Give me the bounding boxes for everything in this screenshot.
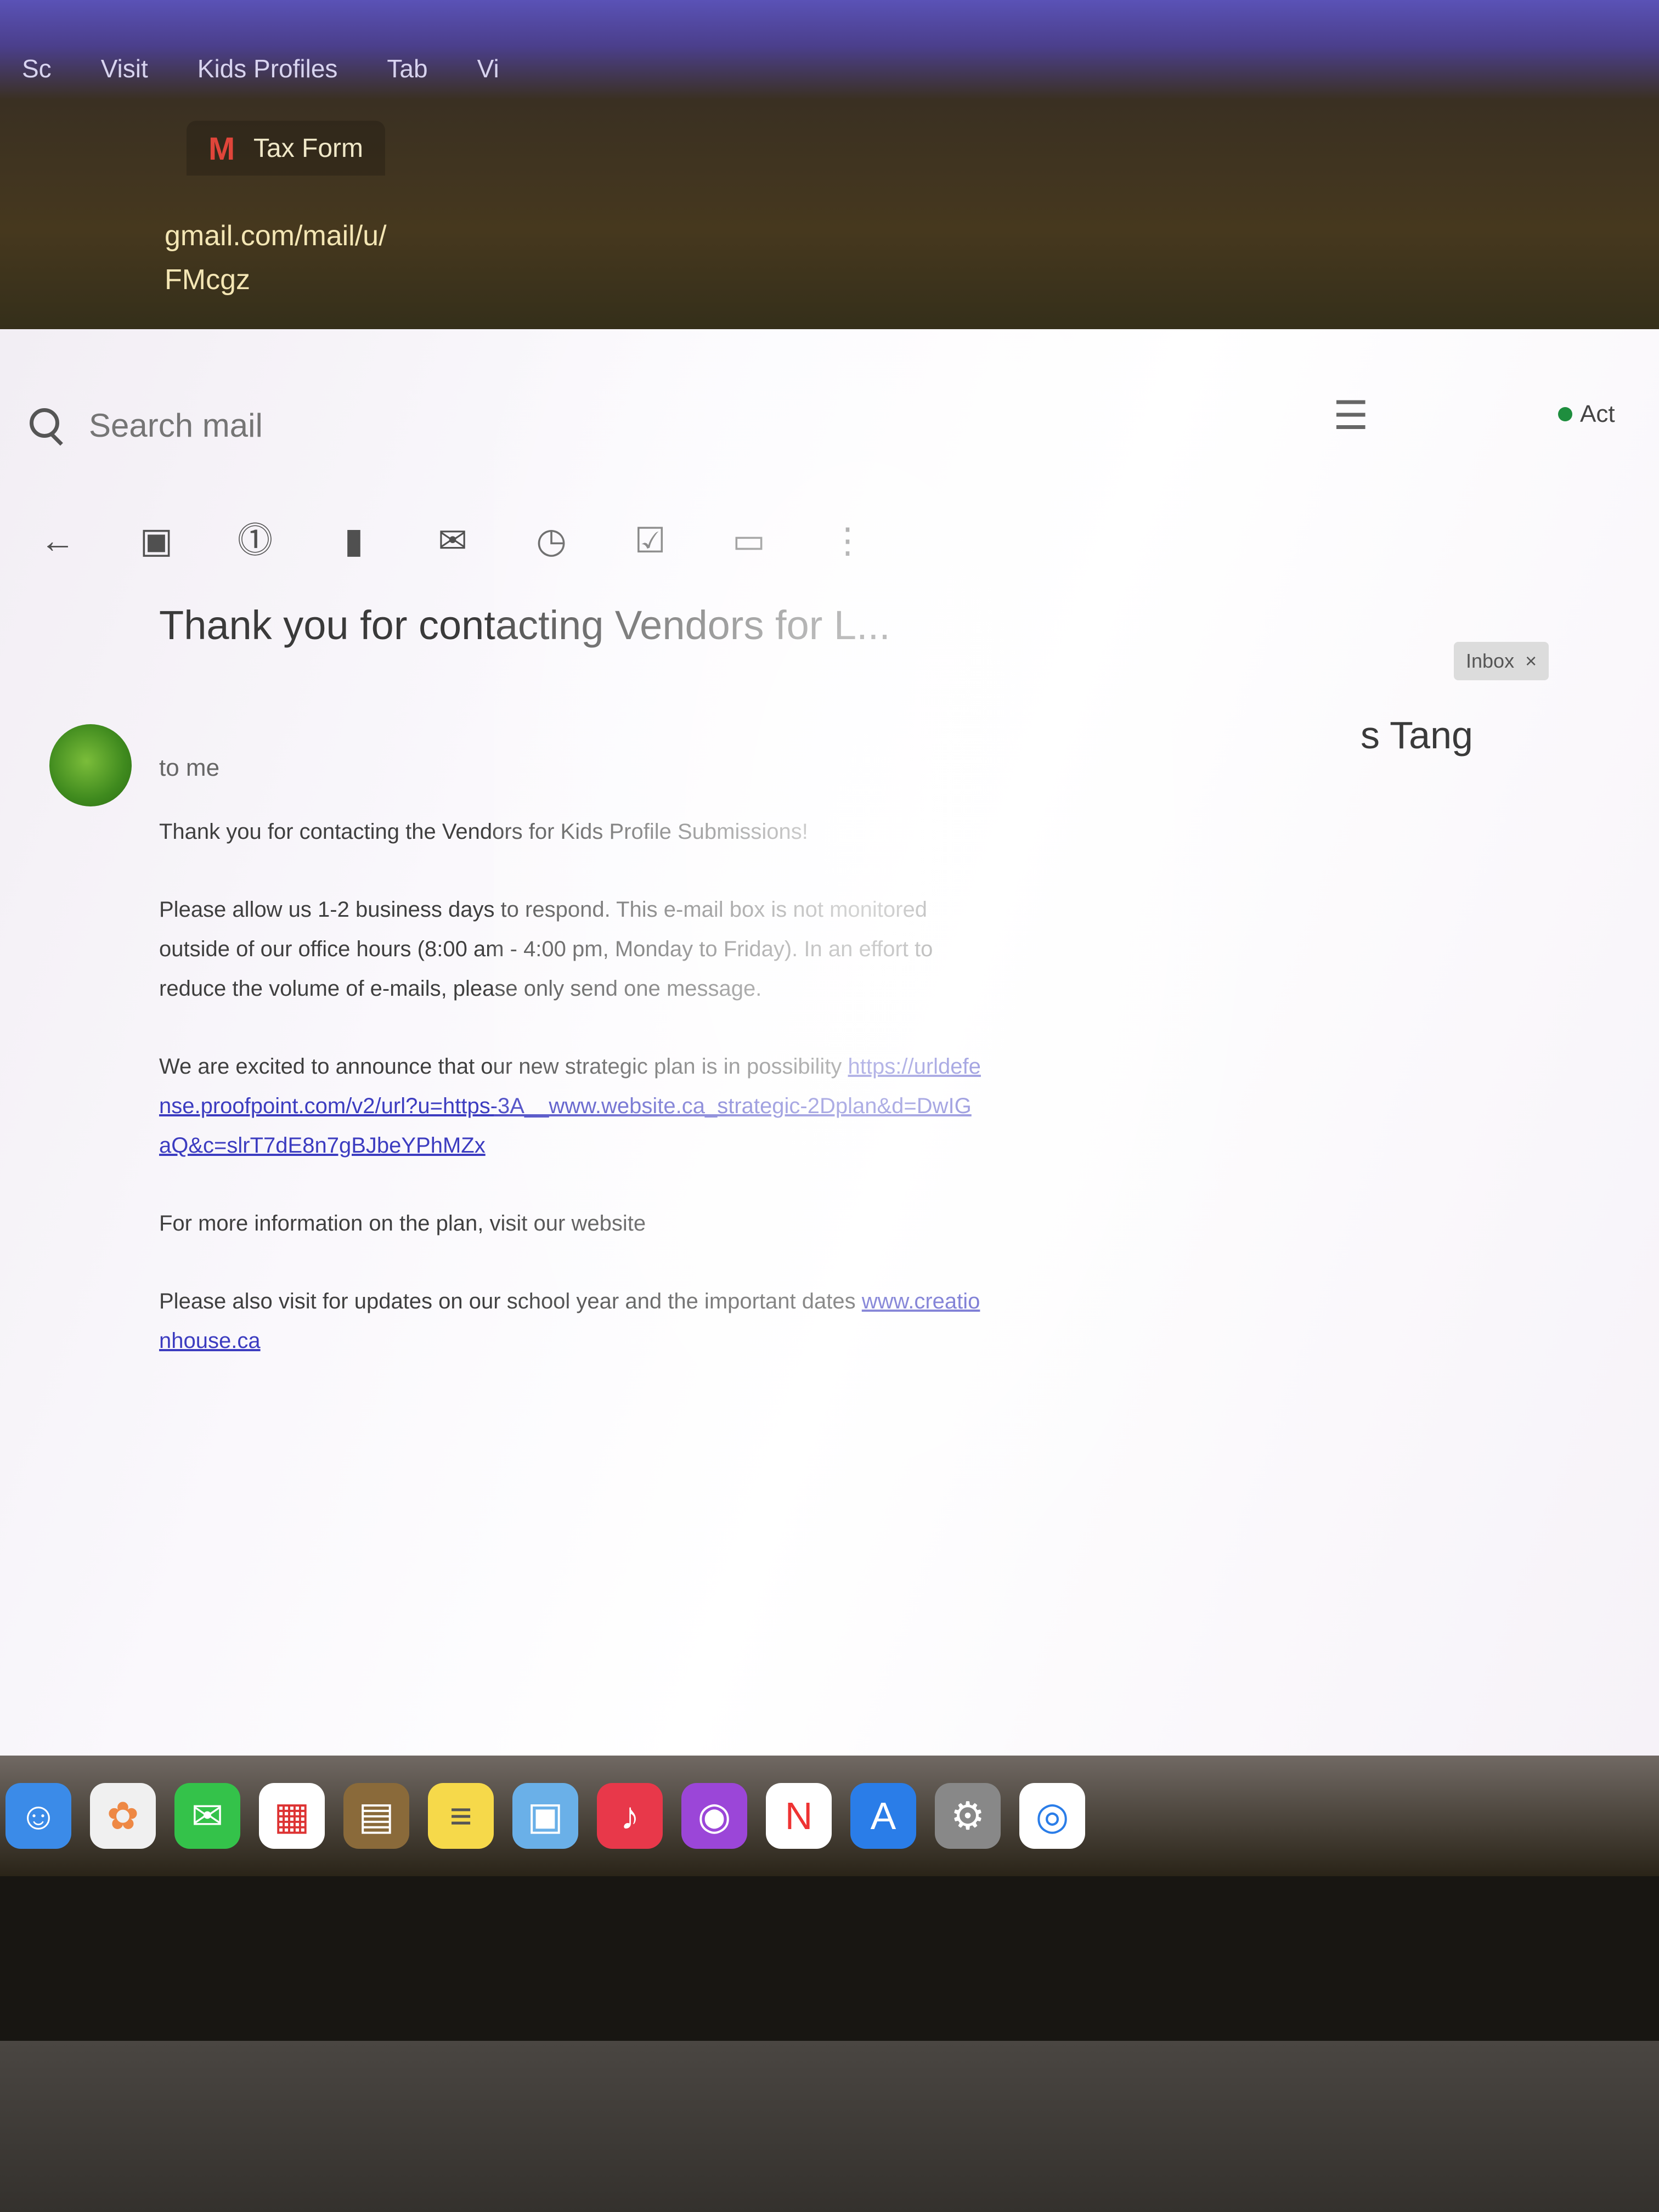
body-paragraph: We are excited to announce that our new … — [159, 1047, 982, 1165]
gmail-window: ☰ Act ← ▣ ⓵ ▮ ✉ ◷ ☑ ▭ ⋮ Thank you for co… — [0, 329, 1659, 1756]
body-paragraph: Please allow us 1-2 business days to res… — [159, 898, 933, 1001]
snooze-icon[interactable]: ◷ — [532, 521, 571, 560]
bookmark-item[interactable]: Tab — [387, 54, 427, 83]
status-label: Act — [1580, 400, 1615, 427]
photos-icon[interactable]: ✿ — [90, 1783, 156, 1849]
url-text: gmail.com/mail/u/ — [165, 220, 387, 252]
chrome-icon[interactable]: ◎ — [1019, 1783, 1085, 1849]
tab-title: Tax Form — [253, 133, 364, 163]
finder-icon[interactable]: ☺ — [5, 1783, 71, 1849]
bookmark-item[interactable]: Kids Profiles — [198, 54, 338, 83]
archive-icon[interactable]: ▣ — [137, 521, 176, 560]
body-paragraph: For more information on the plan, visit … — [159, 1211, 646, 1235]
messages-icon[interactable]: ✉ — [174, 1783, 240, 1849]
status-dot-icon — [1558, 407, 1572, 421]
bookmark-item[interactable]: Sc — [22, 54, 52, 83]
status-indicator[interactable]: Act — [1558, 400, 1615, 428]
podcasts-icon[interactable]: ◉ — [681, 1783, 747, 1849]
email-subject: Thank you for contacting Vendors for L..… — [159, 602, 890, 648]
tab-bar: Tax Form — [0, 110, 1659, 187]
monitor-bezel — [0, 1876, 1659, 2041]
email-body: Thank you for contacting the Vendors for… — [159, 812, 982, 1399]
body-text: Please also visit for updates on our sch… — [159, 1289, 856, 1313]
desk-surface — [0, 2041, 1659, 2212]
bookmark-item[interactable]: Vi — [477, 54, 499, 83]
news-icon[interactable]: N — [766, 1783, 832, 1849]
calendar-icon[interactable]: ▦ — [259, 1783, 325, 1849]
preview-icon[interactable]: ▣ — [512, 1783, 578, 1849]
delete-icon[interactable]: ▮ — [335, 521, 373, 560]
monitor-screen: Sc Visit Kids Profiles Tab Vi Tax Form g… — [0, 0, 1659, 1876]
app-store-icon[interactable]: A — [850, 1783, 916, 1849]
dock: ☺ ✿ ✉ ▦ ▤ ≡ ▣ ♪ ◉ N A ⚙ ◎ — [0, 1756, 1659, 1876]
music-icon[interactable]: ♪ — [597, 1783, 663, 1849]
back-arrow-icon[interactable]: ← — [38, 521, 77, 560]
search-input[interactable] — [88, 405, 1187, 445]
files-icon[interactable]: ▤ — [343, 1783, 409, 1849]
search-icon[interactable] — [27, 406, 66, 444]
body-text: We are excited to announce that our new … — [159, 1054, 842, 1079]
search-bar[interactable] — [16, 379, 1498, 472]
mark-unread-icon[interactable]: ✉ — [433, 521, 472, 560]
sender-name-right: s Tang — [1361, 714, 1473, 757]
label-chip[interactable]: Inbox × — [1454, 642, 1549, 680]
url-text: FMcgz — [165, 264, 250, 296]
label-text: Inbox — [1466, 650, 1515, 672]
search-options-icon[interactable]: ☰ — [1333, 392, 1369, 438]
gmail-icon — [208, 131, 240, 167]
settings-icon[interactable]: ⚙ — [935, 1783, 1001, 1849]
sender-row: to me — [49, 724, 219, 806]
avatar[interactable] — [49, 724, 132, 806]
sender-info: to me — [159, 749, 219, 782]
body-paragraph: Please also visit for updates on our sch… — [159, 1282, 982, 1361]
body-paragraph: Thank you for contacting the Vendors for… — [159, 820, 808, 844]
bookmark-item[interactable]: Visit — [101, 54, 148, 83]
bookmarks-bar: Sc Visit Kids Profiles Tab Vi — [0, 33, 1659, 104]
browser-chrome: Sc Visit Kids Profiles Tab Vi Tax Form g… — [0, 0, 1659, 384]
url-bar[interactable]: gmail.com/mail/u/ FMcgz — [165, 214, 387, 302]
remove-label-icon[interactable]: × — [1525, 650, 1537, 673]
browser-tab[interactable]: Tax Form — [187, 121, 386, 176]
more-icon[interactable]: ⋮ — [828, 521, 867, 560]
report-spam-icon[interactable]: ⓵ — [236, 521, 274, 560]
notes-icon[interactable]: ≡ — [428, 1783, 494, 1849]
move-to-icon[interactable]: ▭ — [730, 521, 768, 560]
recipient-line[interactable]: to me — [159, 754, 219, 782]
add-task-icon[interactable]: ☑ — [631, 521, 669, 560]
message-toolbar: ← ▣ ⓵ ▮ ✉ ◷ ☑ ▭ ⋮ — [38, 510, 867, 571]
